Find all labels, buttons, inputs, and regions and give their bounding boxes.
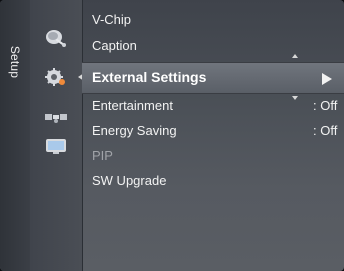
menu-item-vchip[interactable]: V-Chip [92,10,131,30]
menu-item-caption[interactable]: Caption [92,36,137,56]
satellite-icon[interactable] [42,106,70,128]
tv-setup-menu: Setup External Settings V-Chip Caption E… [0,0,344,271]
category-label: Setup [8,45,22,79]
menu-list: V-Chip Caption Entertainment : Off Energ… [82,0,344,271]
satellite-dish-icon[interactable] [42,26,70,48]
monitor-icon[interactable] [42,135,70,157]
menu-item-energy-saving[interactable]: Energy Saving [92,121,177,141]
scroll-down-indicator-icon [292,96,298,100]
category-rail: Setup [0,0,31,271]
menu-value-energy-saving: : Off [313,123,338,138]
menu-item-sw-upgrade[interactable]: SW Upgrade [92,171,166,191]
gear-icon[interactable] [42,66,70,88]
menu-item-pip: PIP [92,148,113,163]
scroll-up-indicator-icon [292,54,298,58]
menu-item-entertainment[interactable]: Entertainment [92,96,173,116]
category-icons [30,0,83,271]
menu-value-entertainment: : Off [313,98,338,113]
